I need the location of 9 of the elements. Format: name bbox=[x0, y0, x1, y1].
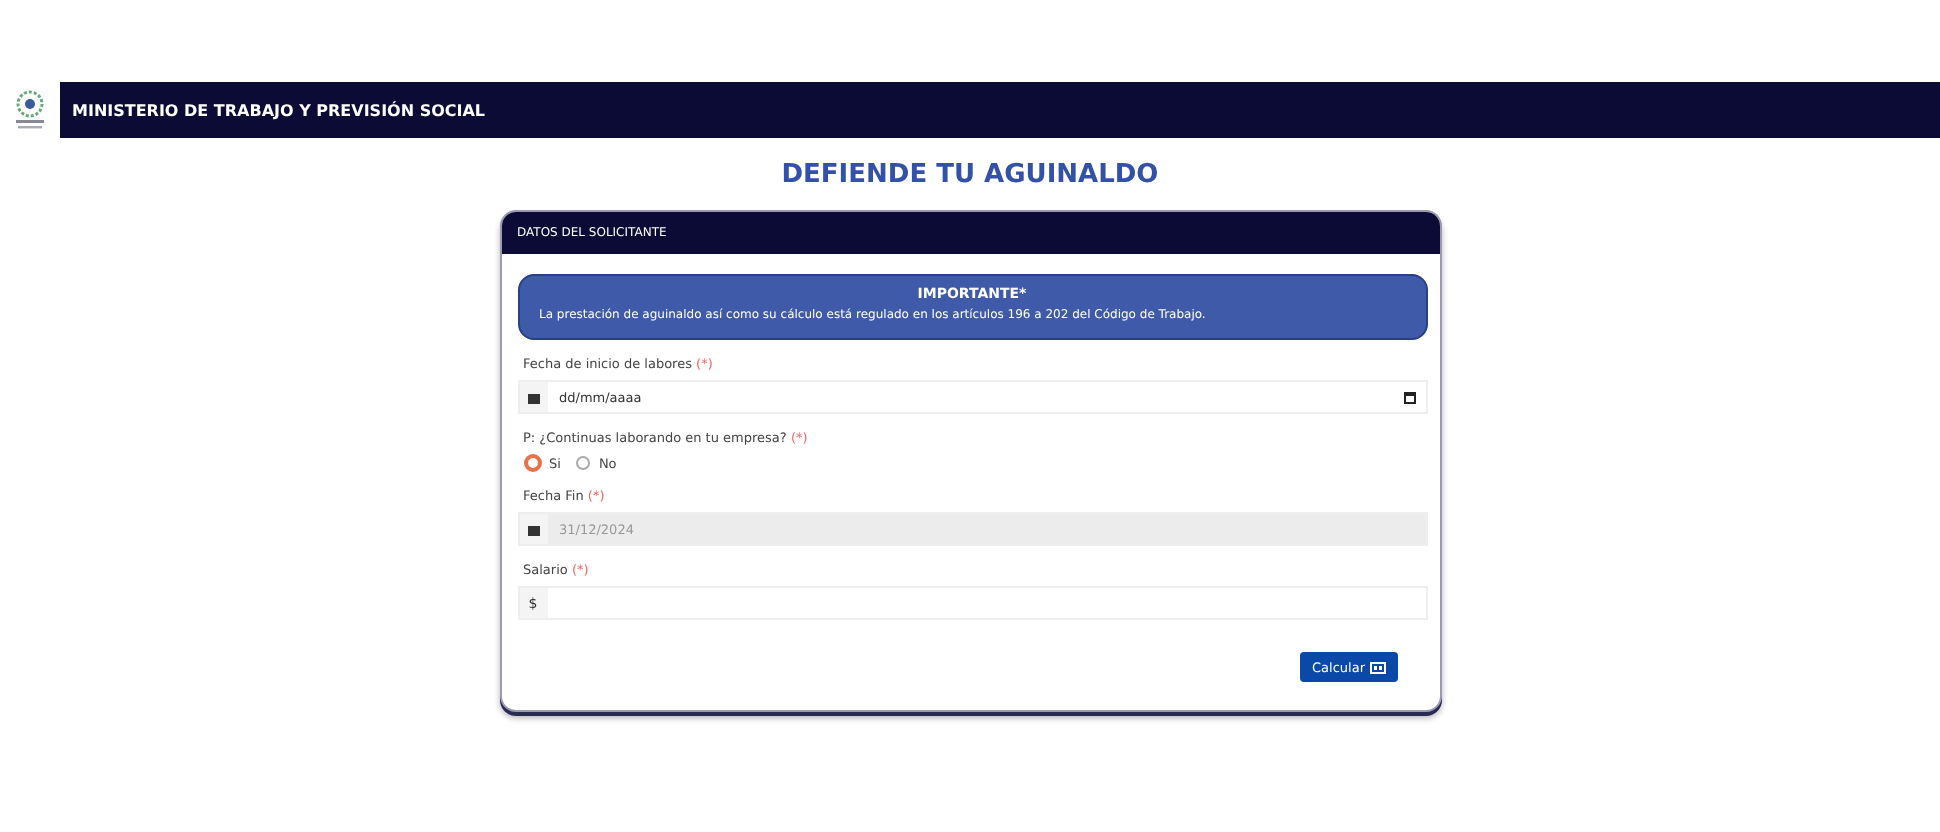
calendar-icon bbox=[527, 523, 539, 535]
ministry-title: MINISTERIO DE TRABAJO Y PREVISIÓN SOCIAL bbox=[72, 101, 486, 119]
calendar-icon[interactable] bbox=[1403, 391, 1415, 403]
calendar-icon bbox=[527, 391, 539, 403]
emblem-icon bbox=[10, 88, 50, 132]
calculator-icon bbox=[1369, 661, 1385, 673]
radio-icon[interactable] bbox=[576, 456, 591, 470]
page-title: DEFIENDE TU AGUINALDO bbox=[779, 160, 1161, 190]
radio-icon[interactable] bbox=[523, 454, 541, 472]
